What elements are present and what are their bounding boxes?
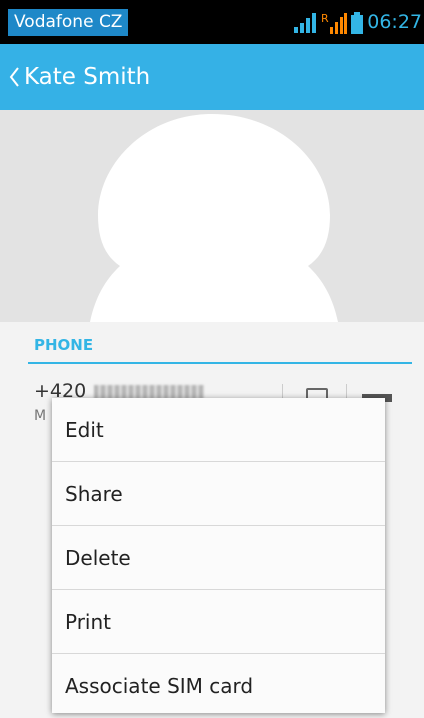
action-bar: Kate Smith — [0, 44, 424, 110]
carrier-label: Vodafone CZ — [8, 9, 129, 36]
roaming-signal-icon: R — [321, 12, 348, 34]
redacted-phone-digits — [94, 384, 205, 399]
menu-item-delete[interactable]: Delete — [52, 526, 385, 590]
overflow-menu: Edit Share Delete Print Associate SIM ca… — [52, 398, 385, 713]
back-icon[interactable] — [8, 66, 20, 88]
menu-item-edit[interactable]: Edit — [52, 398, 385, 462]
menu-item-share[interactable]: Share — [52, 462, 385, 526]
section-divider — [28, 362, 412, 364]
menu-item-print[interactable]: Print — [52, 590, 385, 654]
phone-section-header: PHONE — [34, 336, 94, 354]
default-avatar-icon — [90, 114, 338, 322]
contact-name-title[interactable]: Kate Smith — [24, 44, 150, 110]
contact-photo[interactable] — [0, 110, 424, 322]
signal-icon — [294, 12, 317, 33]
battery-icon — [351, 11, 364, 34]
phone-type-label: M — [34, 408, 47, 424]
roaming-indicator: R — [321, 12, 329, 25]
status-icons: R 06:27 — [293, 9, 422, 36]
status-bar: Vodafone CZ R 06:27 — [0, 0, 424, 44]
status-clock: 06:27 — [367, 11, 422, 33]
menu-item-associate-sim-card[interactable]: Associate SIM card — [52, 654, 385, 718]
